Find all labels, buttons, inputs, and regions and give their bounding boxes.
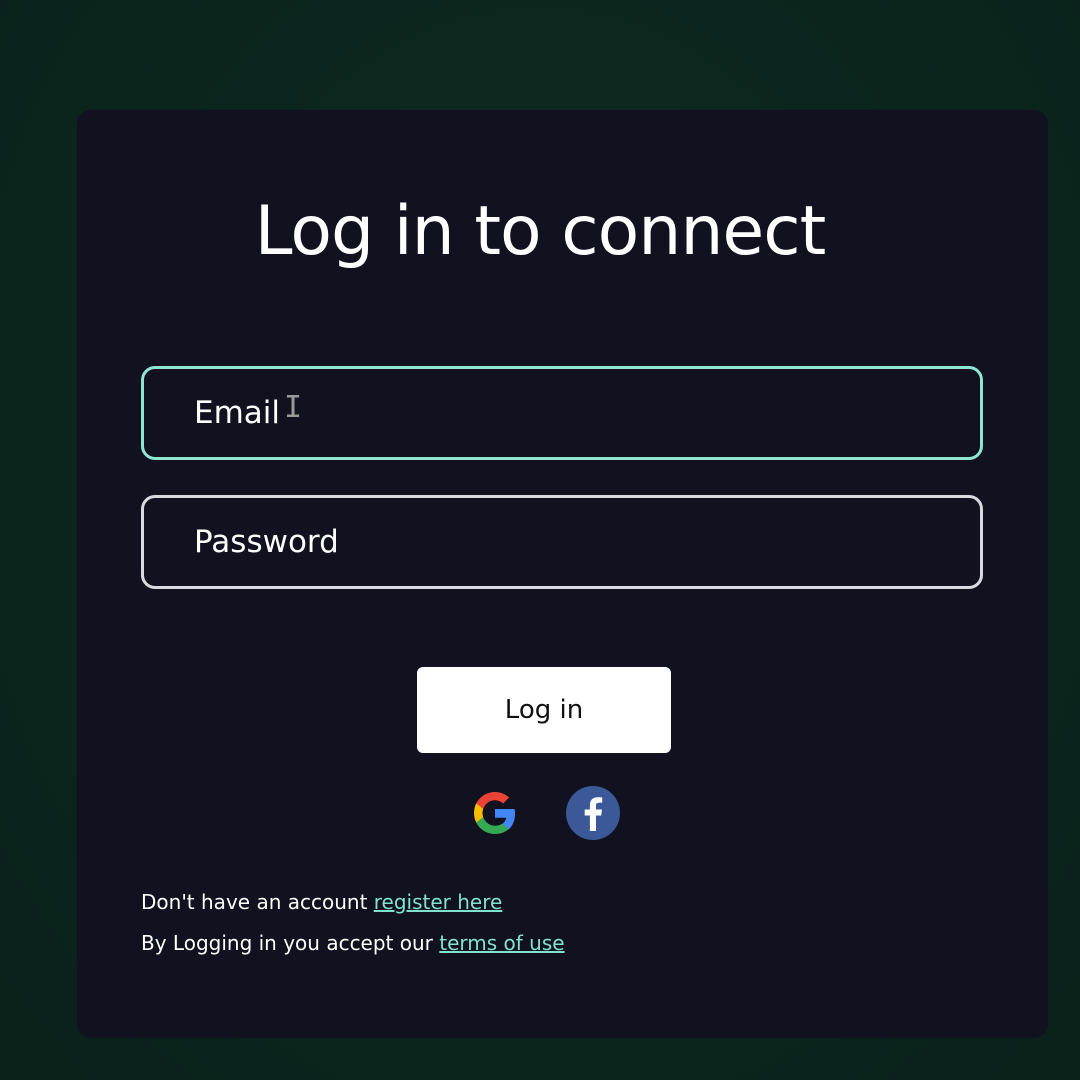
google-icon <box>474 792 515 834</box>
page-background: Log in to connect Email I Password Log i… <box>0 0 1080 1080</box>
facebook-icon <box>566 786 620 840</box>
page-title: Log in to connect <box>254 192 827 271</box>
register-prompt-text: Don't have an account <box>141 890 374 914</box>
register-prompt: Don't have an account register here <box>141 890 502 914</box>
google-login-button[interactable] <box>467 785 523 841</box>
terms-notice: By Logging in you accept our terms of us… <box>141 931 565 955</box>
facebook-login-button[interactable] <box>565 785 621 841</box>
email-field[interactable]: Email I <box>141 366 983 460</box>
login-button[interactable]: Log in <box>417 667 671 753</box>
password-field[interactable]: Password <box>141 495 983 589</box>
text-cursor-icon: I <box>284 389 303 425</box>
terms-link[interactable]: terms of use <box>439 931 564 955</box>
register-link[interactable]: register here <box>374 890 503 914</box>
terms-notice-text: By Logging in you accept our <box>141 931 440 955</box>
password-placeholder: Password <box>194 524 339 560</box>
email-placeholder: Email <box>194 395 281 431</box>
